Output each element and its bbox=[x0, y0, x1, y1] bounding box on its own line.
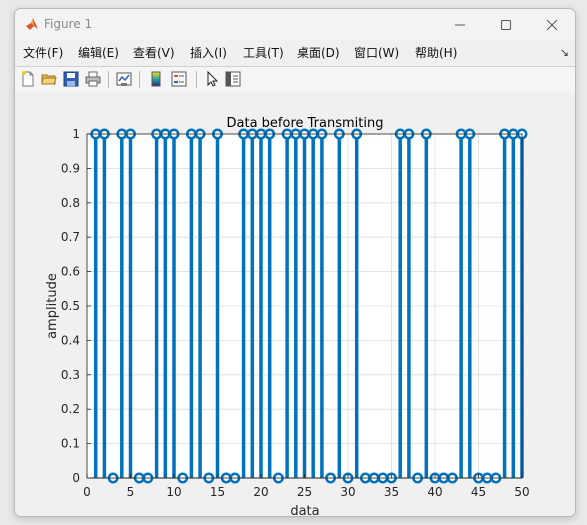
save-icon[interactable] bbox=[62, 70, 80, 88]
link-plot-icon[interactable] bbox=[115, 70, 133, 88]
menu-insert[interactable]: 插入(I) bbox=[190, 44, 227, 61]
toolbar-separator bbox=[196, 71, 197, 88]
x-tick-label: 10 bbox=[166, 485, 181, 499]
new-figure-icon[interactable] bbox=[19, 70, 37, 88]
open-file-icon[interactable] bbox=[40, 70, 58, 88]
title-bar[interactable]: Figure 1 bbox=[15, 9, 575, 40]
menu-file[interactable]: 文件(F) bbox=[23, 44, 63, 61]
y-axis: 0 0.1 0.2 0.3 0.4 0.5 0.6 0.7 0.8 0.9 1 bbox=[61, 127, 91, 485]
figure-toolbar bbox=[15, 66, 575, 93]
pointer-icon[interactable] bbox=[203, 70, 221, 88]
matlab-logo-icon bbox=[26, 18, 38, 30]
x-tick-label: 0 bbox=[83, 485, 91, 499]
x-tick-label: 45 bbox=[471, 485, 486, 499]
y-tick-label: 0.5 bbox=[61, 299, 80, 313]
y-tick-label: 0.7 bbox=[61, 230, 80, 244]
print-icon[interactable] bbox=[84, 70, 102, 88]
legend-icon[interactable] bbox=[170, 70, 188, 88]
x-tick-label: 30 bbox=[340, 485, 355, 499]
toolbar-separator bbox=[139, 71, 140, 88]
menu-edit[interactable]: 编辑(E) bbox=[78, 44, 119, 61]
window-title: Figure 1 bbox=[44, 17, 93, 31]
menu-desktop[interactable]: 桌面(D) bbox=[297, 44, 340, 61]
x-tick-label: 5 bbox=[127, 485, 135, 499]
y-tick-label: 0.9 bbox=[61, 161, 80, 175]
figure-canvas: 0 5 10 15 20 25 30 35 40 45 50 0 0.1 0.2 0.3 0.4 0.5 0.6… bbox=[15, 92, 575, 516]
y-tick-label: 0.4 bbox=[61, 333, 80, 347]
x-tick-label: 40 bbox=[427, 485, 442, 499]
figure-window: Figure 1 文件(F) 编辑(E) 查看(V) 插入(I) 工具(T) 桌… bbox=[14, 8, 576, 517]
x-axis-label: data bbox=[290, 504, 319, 516]
maximize-icon bbox=[501, 19, 511, 30]
x-tick-label: 20 bbox=[253, 485, 268, 499]
y-tick-label: 0.2 bbox=[61, 402, 80, 416]
toolbar-separator bbox=[108, 71, 109, 88]
y-tick-label: 0.3 bbox=[61, 368, 80, 382]
menu-help[interactable]: 帮助(H) bbox=[415, 44, 457, 61]
property-inspector-icon[interactable] bbox=[224, 70, 242, 88]
menu-tools[interactable]: 工具(T) bbox=[243, 44, 284, 61]
x-tick-label: 15 bbox=[210, 485, 225, 499]
chart-title: Data before Transmiting bbox=[227, 116, 384, 131]
x-tick-label: 35 bbox=[384, 485, 399, 499]
y-tick-label: 0 bbox=[72, 471, 80, 485]
menu-view[interactable]: 查看(V) bbox=[133, 44, 175, 61]
menu-bar: 文件(F) 编辑(E) 查看(V) 插入(I) 工具(T) 桌面(D) 窗口(W… bbox=[15, 41, 575, 63]
x-tick-label: 50 bbox=[514, 485, 529, 499]
menu-window[interactable]: 窗口(W) bbox=[354, 44, 399, 61]
y-axis-label: amplitude bbox=[45, 273, 60, 339]
y-tick-label: 0.8 bbox=[61, 196, 80, 210]
close-button[interactable] bbox=[529, 9, 575, 40]
maximize-button[interactable] bbox=[483, 9, 529, 40]
y-tick-label: 0.6 bbox=[61, 265, 80, 279]
y-tick-label: 0.1 bbox=[61, 437, 80, 451]
x-tick-label: 25 bbox=[297, 485, 312, 499]
minimize-icon bbox=[455, 24, 465, 25]
minimize-button[interactable] bbox=[437, 9, 483, 40]
y-tick-label: 1 bbox=[72, 127, 80, 141]
stem-plot[interactable]: 0 5 10 15 20 25 30 35 40 45 50 0 0.1 0.2 0.3 0.4 0.5 0.6… bbox=[15, 92, 573, 516]
dock-arrow-icon[interactable]: ↘ bbox=[560, 46, 569, 59]
colorbar-icon[interactable] bbox=[147, 70, 165, 88]
close-icon bbox=[546, 19, 558, 30]
